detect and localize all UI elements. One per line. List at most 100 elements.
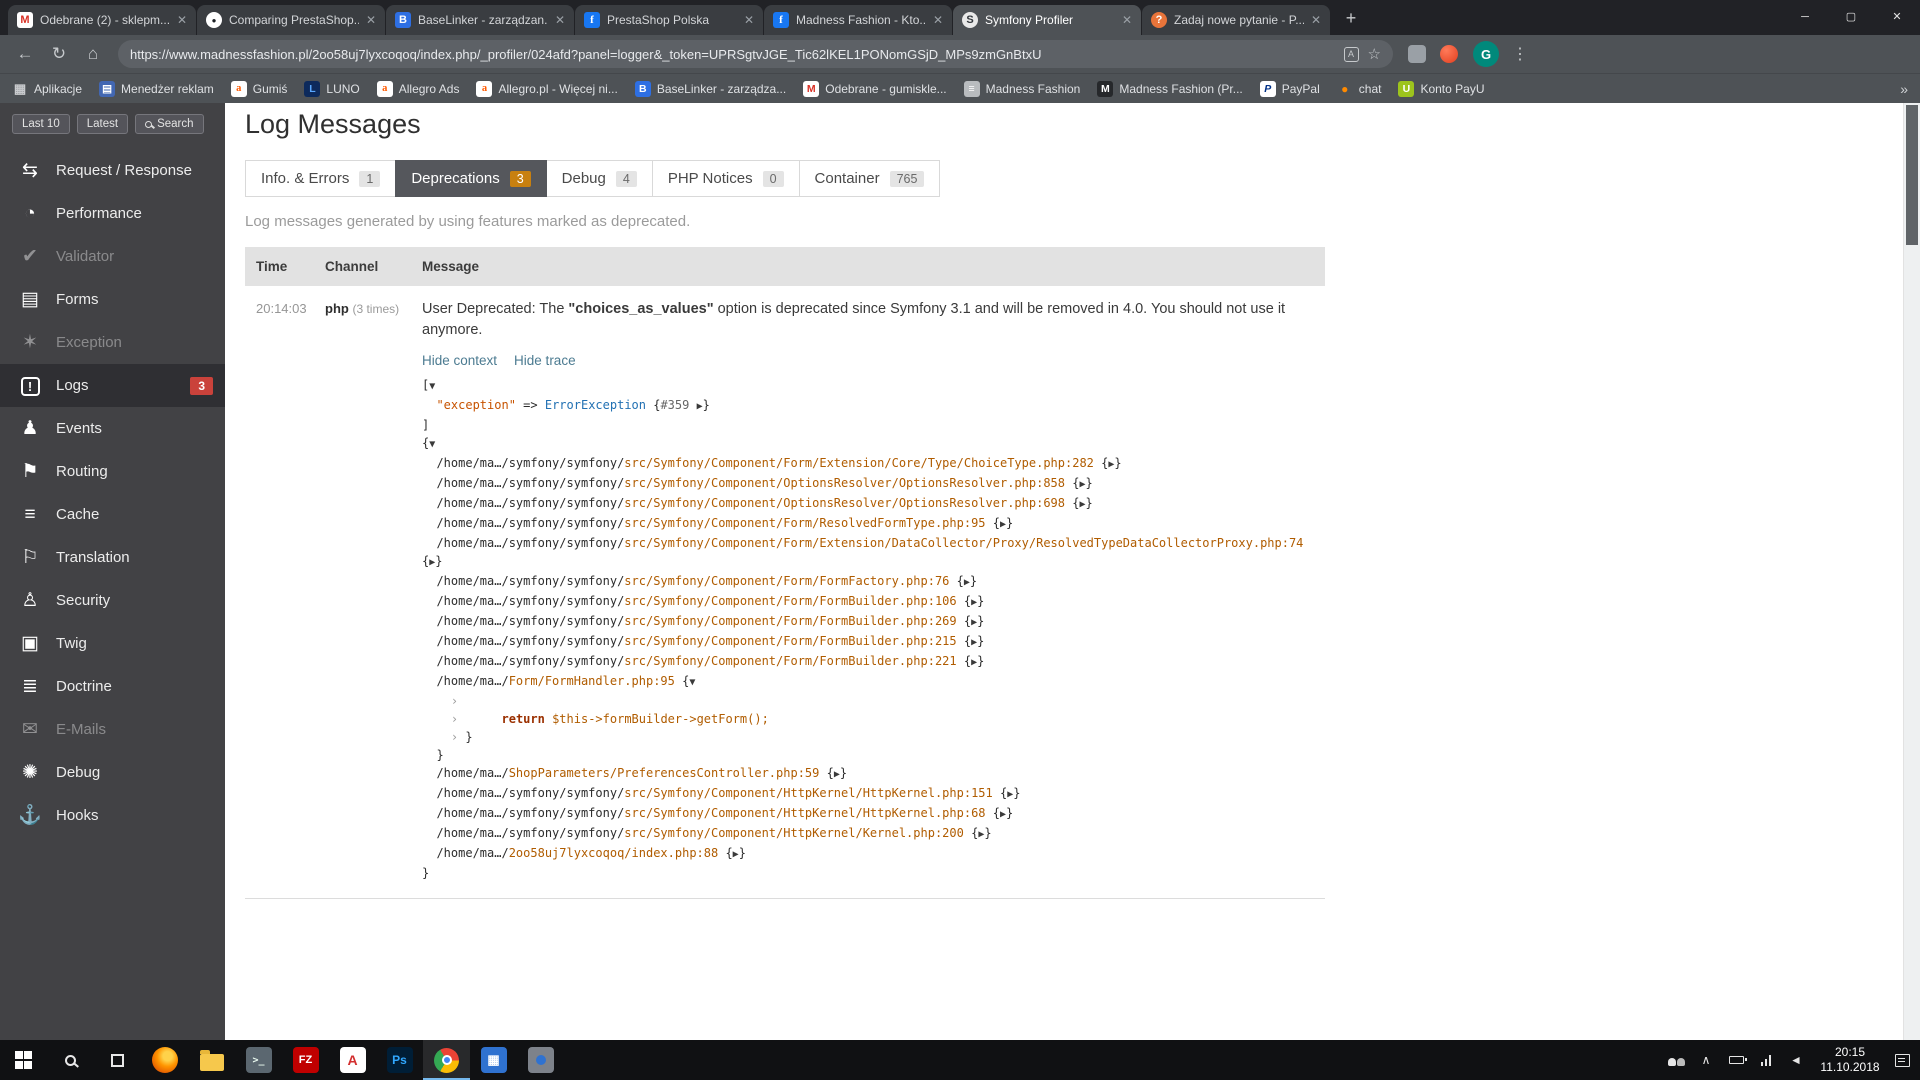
taskbar-filezilla-app[interactable]: FZ [282, 1040, 329, 1080]
taskbar-terminal-app[interactable]: >_ [235, 1040, 282, 1080]
hide-trace-link[interactable]: Hide trace [514, 351, 576, 371]
browser-tab[interactable]: S Symfony Profiler ✕ [953, 5, 1141, 35]
bookmark-item-allegro-ads[interactable]: a Allegro Ads [376, 80, 459, 97]
taskbar-clock[interactable]: 20:15 11.10.2018 [1811, 1045, 1889, 1075]
bookmark-item-mened-er-reklam[interactable]: ▤ Menedżer reklam [99, 80, 214, 97]
tab-php-notices[interactable]: PHP Notices 0 [651, 160, 800, 197]
taskbar-photoshop-app[interactable]: Ps [376, 1040, 423, 1080]
tab-deprecations[interactable]: Deprecations 3 [395, 160, 547, 197]
dump-text: src/Symfony/Component/HttpKernel/Kernel.… [624, 825, 964, 840]
sidebar-item-routing[interactable]: ⚑ Routing [0, 450, 225, 493]
browser-tab[interactable]: M Odebrane (2) - sklepm... ✕ [8, 5, 196, 35]
sidebar-item-twig[interactable]: ▣ Twig [0, 622, 225, 665]
people-icon[interactable] [1661, 1055, 1691, 1066]
taskbar-calculator-app[interactable]: ▦ [470, 1040, 517, 1080]
sidebar-item-events[interactable]: ♟ Events [0, 407, 225, 450]
maximize-button[interactable]: ▢ [1828, 0, 1874, 33]
toggle-arrow-icon[interactable]: ▼ [689, 677, 695, 688]
bookmark-item-madness-fashion[interactable]: ≡ Madness Fashion [963, 80, 1080, 97]
tab-close-icon[interactable]: ✕ [177, 14, 187, 26]
dump-text: } [969, 573, 978, 588]
browser-tab[interactable]: ? Zadaj nowe pytanie - P... ✕ [1142, 5, 1330, 35]
sidebar-item-request-response[interactable]: ⇆ Request / Response [0, 149, 225, 192]
tab-close-icon[interactable]: ✕ [933, 14, 943, 26]
extension-icon[interactable] [1408, 45, 1426, 63]
toggle-arrow-icon[interactable]: ▼ [429, 439, 435, 450]
address-bar[interactable]: https://www.madnessfashion.pl/2oo58uj7ly… [118, 40, 1393, 68]
taskbar-generic-app-app[interactable] [517, 1040, 564, 1080]
column-header-message: Message [422, 259, 480, 274]
taskbar-search-button[interactable] [47, 1040, 94, 1080]
taskbar-chrome-app[interactable] [423, 1040, 470, 1080]
taskbar-task-view-button[interactable] [94, 1040, 141, 1080]
tab-close-icon[interactable]: ✕ [1122, 14, 1132, 26]
browser-tab[interactable]: ● Comparing PrestaShop... ✕ [197, 5, 385, 35]
bookmark-item-konto-payu[interactable]: U Konto PayU [1398, 80, 1485, 97]
tab-close-icon[interactable]: ✕ [744, 14, 754, 26]
bookmark-item-aplikacje[interactable]: ▦ Aplikacje [12, 81, 82, 97]
network-icon[interactable] [1751, 1054, 1781, 1066]
sidebar-item-forms[interactable]: ▤ Forms [0, 278, 225, 321]
sidebar-item-performance[interactable]: ◔ Performance [0, 192, 225, 235]
tab-close-icon[interactable]: ✕ [1311, 14, 1321, 26]
bookmark-item-chat[interactable]: ● chat [1337, 81, 1381, 97]
dump-text: { [949, 573, 964, 588]
home-icon[interactable]: ⌂ [78, 39, 108, 69]
volume-icon[interactable]: ◄ [1781, 1053, 1811, 1067]
tab-container[interactable]: Container 765 [798, 160, 941, 197]
bookmark-item-baselinker-zarz-dza[interactable]: B BaseLinker - zarządza... [634, 80, 786, 97]
browser-tab[interactable]: f PrestaShop Polska ✕ [575, 5, 763, 35]
new-tab-button[interactable]: + [1337, 4, 1365, 32]
tab-info-errors[interactable]: Info. & Errors 1 [245, 160, 397, 197]
hide-context-link[interactable]: Hide context [422, 351, 497, 371]
taskbar-firefox-app[interactable] [141, 1040, 188, 1080]
browser-tab[interactable]: f Madness Fashion - Kto... ✕ [764, 5, 952, 35]
bookmark-item-paypal[interactable]: P PayPal [1259, 80, 1320, 97]
sidebar-item-doctrine[interactable]: ≣ Doctrine [0, 665, 225, 708]
scrollbar-thumb[interactable] [1906, 105, 1918, 245]
back-icon[interactable]: ← [10, 39, 40, 69]
sidebar-item-validator[interactable]: ✔ Validator [0, 235, 225, 278]
bookmarks-overflow-icon[interactable]: » [1900, 81, 1908, 97]
battery-icon[interactable] [1721, 1056, 1751, 1064]
sidebar-item-hooks[interactable]: ⚓ Hooks [0, 794, 225, 837]
translate-icon[interactable]: A [1343, 46, 1359, 62]
sidebar-item-translation[interactable]: ⚐ Translation [0, 536, 225, 579]
profile-avatar[interactable]: G [1473, 41, 1499, 67]
taskbar-start-button[interactable] [0, 1040, 47, 1080]
latest-button[interactable]: Latest [76, 114, 129, 134]
minimize-button[interactable]: ─ [1782, 0, 1828, 33]
bookmark-item-madness-fashion-pr[interactable]: M Madness Fashion (Pr... [1097, 80, 1243, 97]
search-button[interactable]: Search [135, 114, 204, 134]
browser-tab[interactable]: B BaseLinker - zarządzan... ✕ [386, 5, 574, 35]
action-center-icon[interactable] [1895, 1053, 1910, 1067]
dump-text [422, 694, 451, 708]
toggle-arrow-icon[interactable]: ▼ [429, 381, 435, 392]
sidebar-item-cache[interactable]: ≡ Cache [0, 493, 225, 536]
page-scrollbar[interactable] [1903, 103, 1920, 1040]
browser-menu-icon[interactable]: ⋮ [1509, 44, 1531, 64]
tab-close-icon[interactable]: ✕ [366, 14, 376, 26]
tab-count-badge: 3 [509, 170, 531, 187]
url-text[interactable]: https://www.madnessfashion.pl/2oo58uj7ly… [130, 47, 1335, 62]
sidebar-item-debug[interactable]: ✺ Debug [0, 751, 225, 794]
sidebar-item-exception[interactable]: ✶ Exception [0, 321, 225, 364]
tab-debug[interactable]: Debug 4 [545, 160, 653, 197]
bookmark-star-icon[interactable]: ☆ [1368, 45, 1381, 63]
extension-icon[interactable] [1440, 45, 1458, 63]
taskbar-acrobat-app[interactable]: A [329, 1040, 376, 1080]
sidebar-item-logs[interactable]: ! Logs 3 [0, 364, 225, 407]
tab-close-icon[interactable]: ✕ [555, 14, 565, 26]
channel-times: (3 times) [352, 302, 400, 316]
taskbar-explorer-app[interactable] [188, 1040, 235, 1080]
bookmark-item-gumi[interactable]: a Gumiś [230, 80, 287, 97]
tray-chevron-icon[interactable]: ∧ [1691, 1053, 1721, 1067]
bookmark-item-odebrane-gumiskle[interactable]: M Odebrane - gumiskle... [803, 80, 947, 97]
bookmark-item-allegro-pl-wi-cej-ni[interactable]: a Allegro.pl - Więcej ni... [476, 80, 618, 97]
last-10-button[interactable]: Last 10 [12, 114, 70, 134]
sidebar-item-security[interactable]: ♙ Security [0, 579, 225, 622]
bookmark-item-luno[interactable]: L LUNO [304, 80, 360, 97]
reload-icon[interactable]: ↻ [44, 39, 74, 69]
sidebar-item-e-mails[interactable]: ✉ E-Mails [0, 708, 225, 751]
close-button[interactable]: ✕ [1874, 0, 1920, 33]
